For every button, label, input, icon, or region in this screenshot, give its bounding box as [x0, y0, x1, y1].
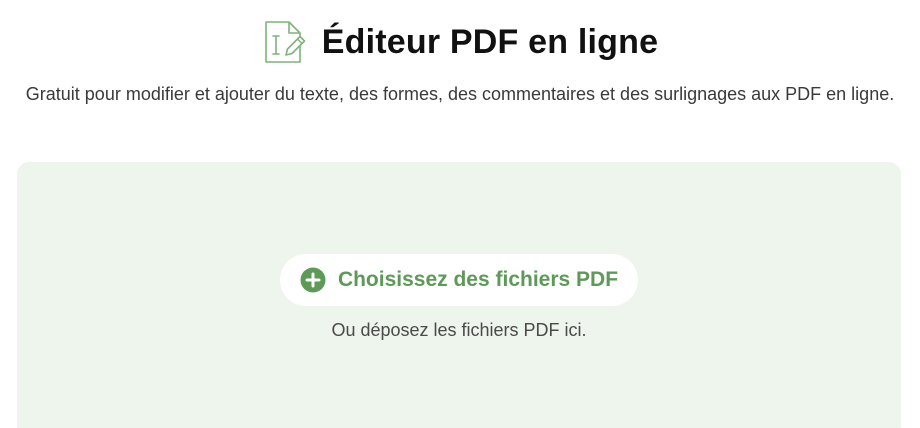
choose-files-button[interactable]: Choisissez des fichiers PDF — [280, 254, 638, 306]
choose-files-label: Choisissez des fichiers PDF — [337, 268, 619, 291]
pdf-edit-icon — [262, 18, 308, 66]
page: Éditeur PDF en ligne Gratuit pour modifi… — [0, 0, 920, 428]
drop-hint-text: Ou déposez les fichiers PDF ici. — [331, 320, 587, 340]
page-title: Éditeur PDF en ligne — [321, 22, 659, 61]
page-subtitle: Gratuit pour modifier et ajouter du text… — [25, 84, 895, 104]
file-dropzone[interactable]: Choisissez des fichiers PDF Ou déposez l… — [17, 162, 901, 428]
plus-circle-icon — [300, 267, 326, 293]
header: Éditeur PDF en ligne — [0, 12, 920, 72]
